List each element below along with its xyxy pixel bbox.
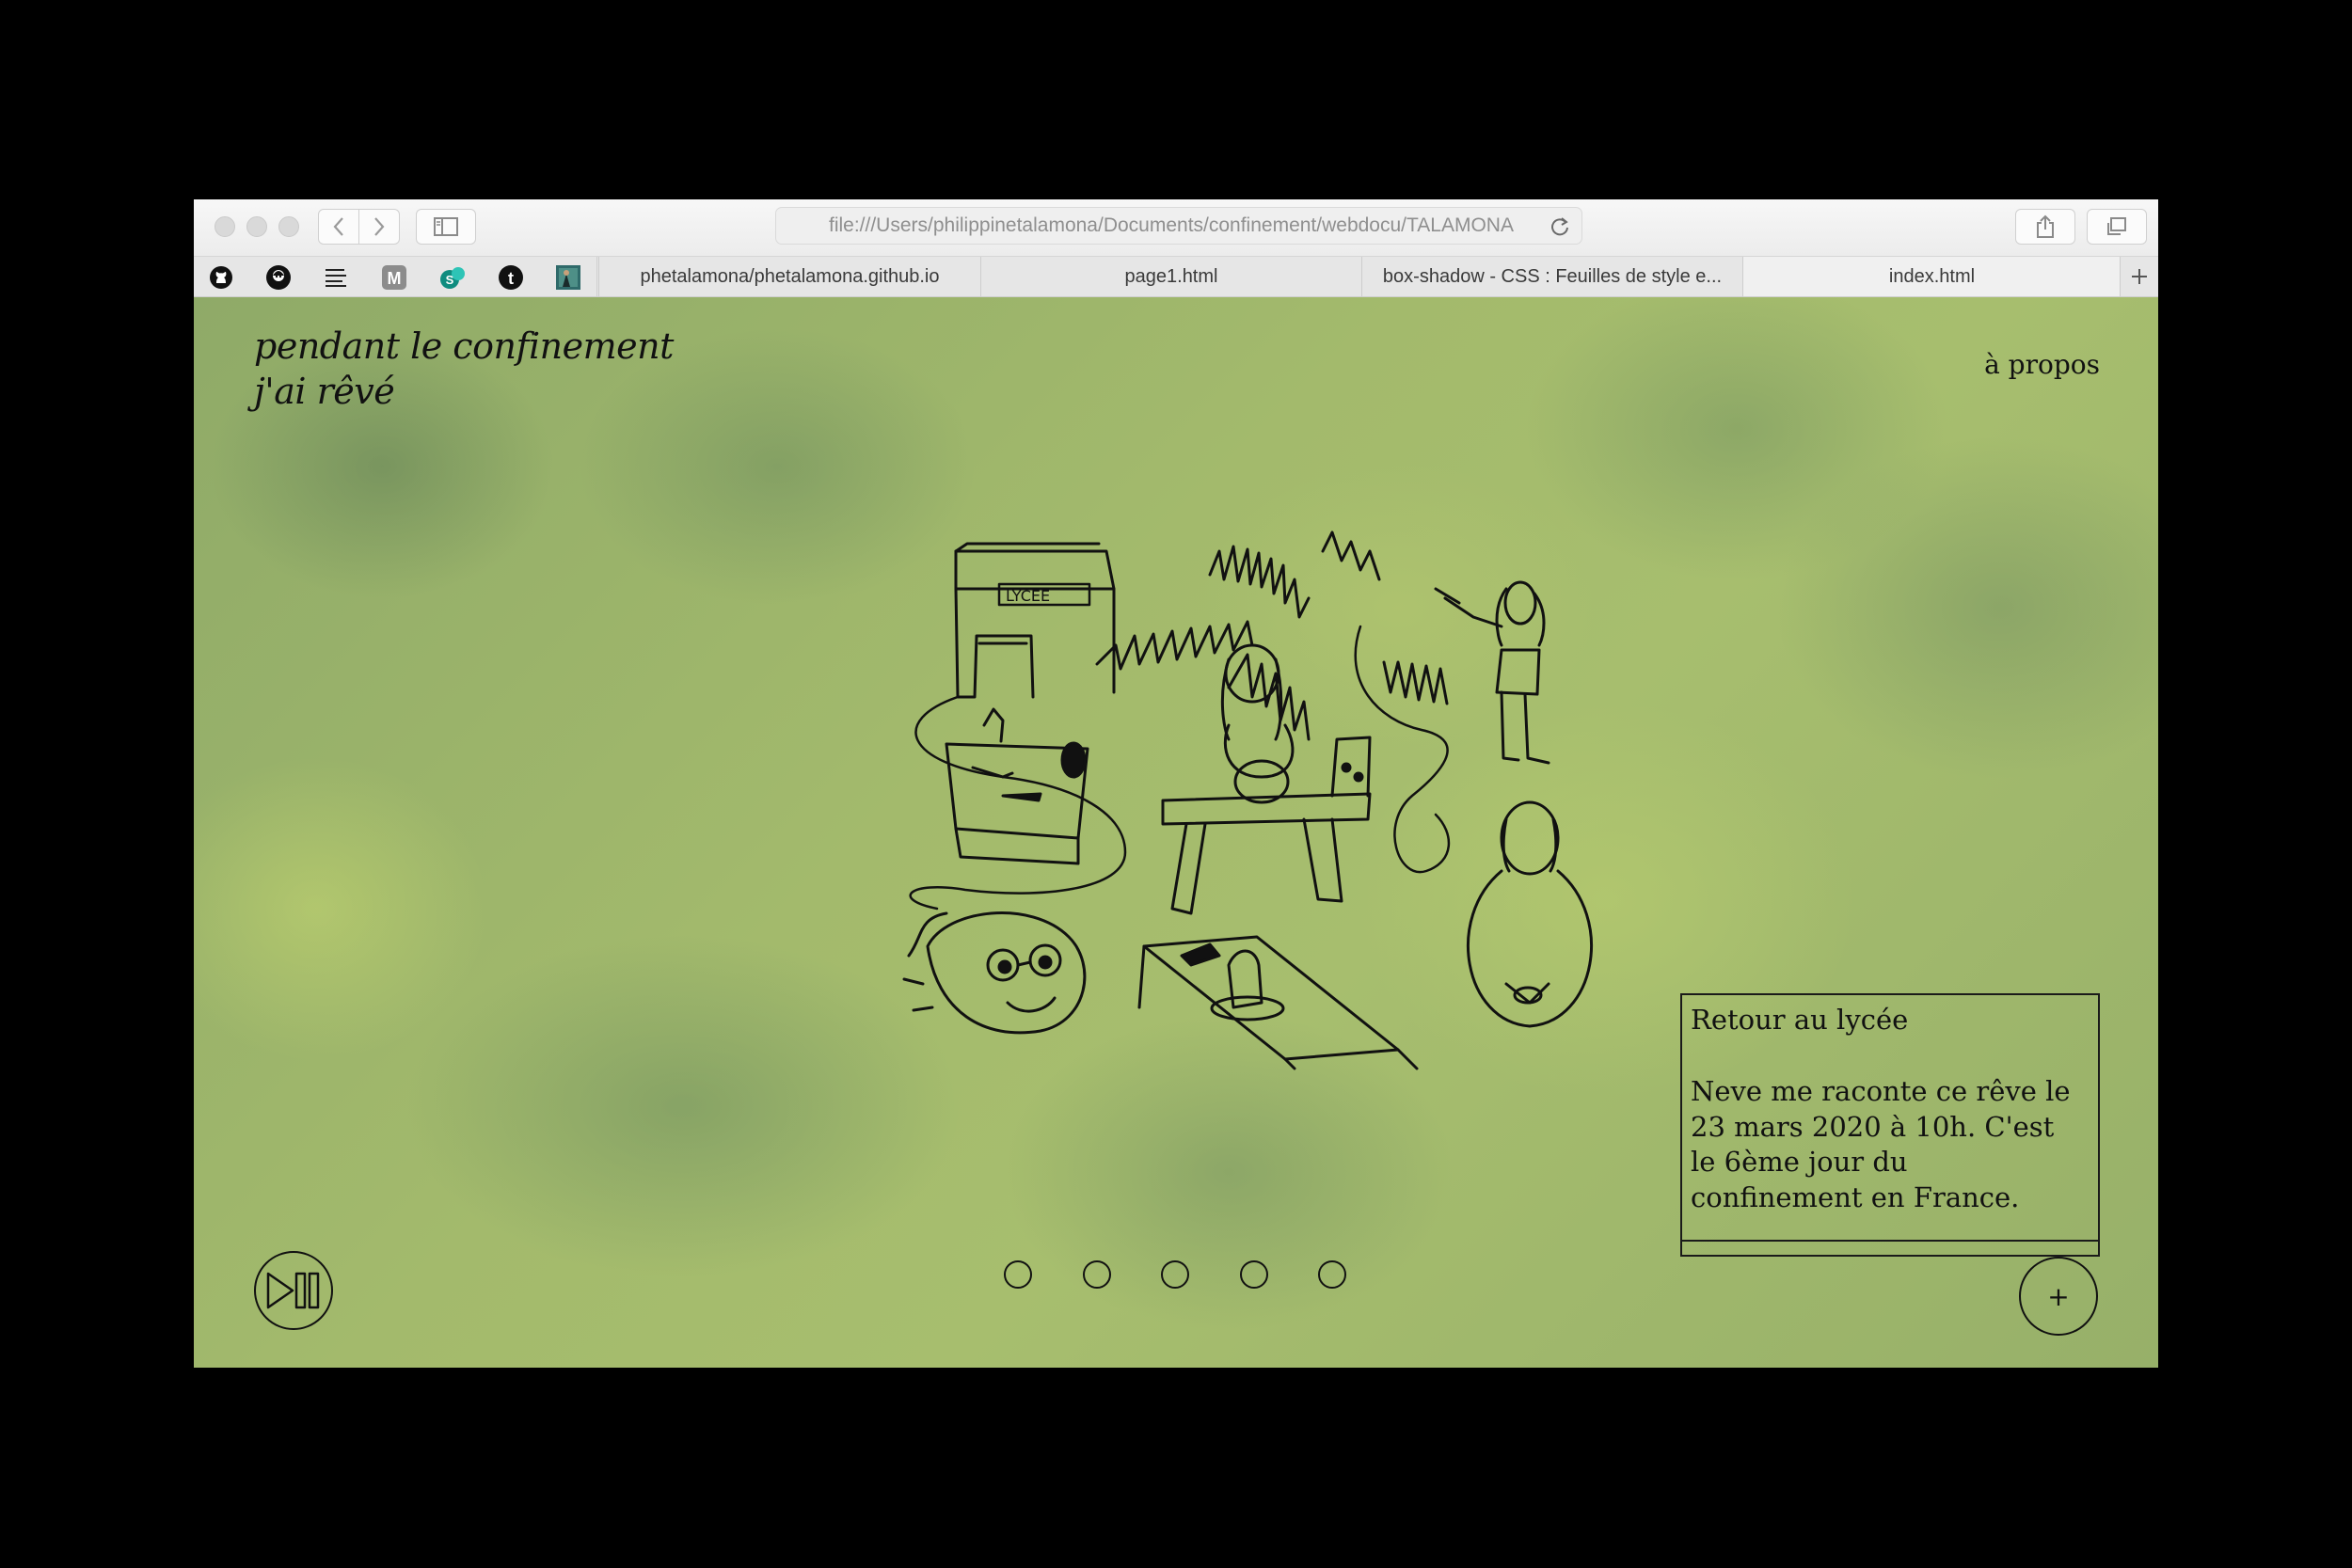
desk-drawing [945,707,1089,865]
play-pause-icon [266,1272,320,1309]
play-pause-button[interactable] [254,1251,333,1330]
pagination-dot-3[interactable] [1161,1260,1189,1289]
chevron-left-icon [333,217,343,236]
tab-page1[interactable]: page1.html [980,257,1361,296]
tumblr-icon: t [499,265,523,290]
favorite-tumblr[interactable]: t [497,263,525,292]
sidebar-icon [434,217,458,236]
favorite-s[interactable]: S [438,263,467,292]
reload-icon[interactable] [1549,216,1570,237]
list-icon [326,269,346,287]
chevron-right-icon [374,217,385,236]
dream-title: Retour au lycée [1691,1004,1909,1036]
tab-github[interactable]: phetalamona/phetalamona.github.io [598,257,980,296]
address-text: file:///Users/philippinetalamona/Documen… [829,214,1514,236]
back-button[interactable] [318,209,359,245]
lycee-sign: LYCEE [1006,587,1050,605]
dream-illustration: LYCEE [902,531,1594,1070]
forward-button[interactable] [358,209,400,245]
tabs-overview-button[interactable] [2087,209,2147,245]
site-title-line-2: j'ai rêvé [254,371,395,412]
favorite-github[interactable] [207,263,235,292]
dream-info-box: Retour au lycée Neve me raconte ce rêve … [1680,993,2100,1257]
pagination-dot-5[interactable] [1318,1260,1346,1289]
github-icon [210,266,232,289]
image-thumb-icon [556,265,580,290]
avatar-icon [266,265,291,290]
favorite-list[interactable] [322,263,350,292]
school-building-drawing: LYCEE [954,542,1116,699]
share-button[interactable] [2015,209,2075,245]
svg-text:M: M [388,269,402,288]
scribble-drawing [1095,531,1449,741]
browser-window: file:///Users/philippinetalamona/Documen… [194,199,2158,1368]
more-button[interactable]: + [2019,1257,2098,1336]
tab-box-shadow[interactable]: box-shadow - CSS : Feuilles de style e..… [1361,257,1742,296]
workbench-figure-drawing [1161,643,1372,915]
pagination-dot-4[interactable] [1240,1260,1268,1289]
glasses-face-drawing [902,911,1087,1035]
dream-description: Neve me raconte ce rêve le 23 mars 2020 … [1691,1075,2071,1213]
painter-figure-drawing [1434,580,1550,765]
standing-figure-drawing [1466,800,1594,1028]
favorite-m[interactable]: M [380,263,408,292]
plus-icon [2132,269,2147,284]
page-content: pendant le confinement j'ai rêvé à propo… [194,297,2158,1368]
pagination-dot-1[interactable] [1004,1260,1032,1289]
board-mug-drawing [1137,935,1419,1070]
pagination-dot-2[interactable] [1083,1260,1111,1289]
road-drawing [909,695,1127,911]
sidebar-button[interactable] [416,209,476,245]
site-title-line-1: pendant le confinement [254,325,674,367]
about-link[interactable]: à propos [1984,349,2100,380]
svg-text:t: t [508,269,514,288]
info-box-divider [1682,1240,2098,1242]
tab-bar: M S t phetalamona/phetalamona.github.io … [194,257,2158,297]
close-window-button[interactable] [215,216,235,237]
tab-index[interactable]: index.html [1742,257,2121,296]
m-icon: M [382,265,406,290]
new-tab-button[interactable] [2120,257,2158,296]
share-icon [2037,214,2054,238]
zoom-window-button[interactable] [278,216,299,237]
s-icon: S [440,267,465,289]
minimize-window-button[interactable] [246,216,267,237]
address-bar[interactable]: file:///Users/philippinetalamona/Documen… [775,207,1582,245]
site-title[interactable]: pendant le confinement j'ai rêvé [254,324,674,414]
tabs-overview-icon [2107,217,2126,235]
browser-toolbar: file:///Users/philippinetalamona/Documen… [194,199,2158,257]
favorite-avatar[interactable] [264,263,293,292]
svg-text:S: S [446,273,454,287]
favorite-image[interactable] [554,263,582,292]
